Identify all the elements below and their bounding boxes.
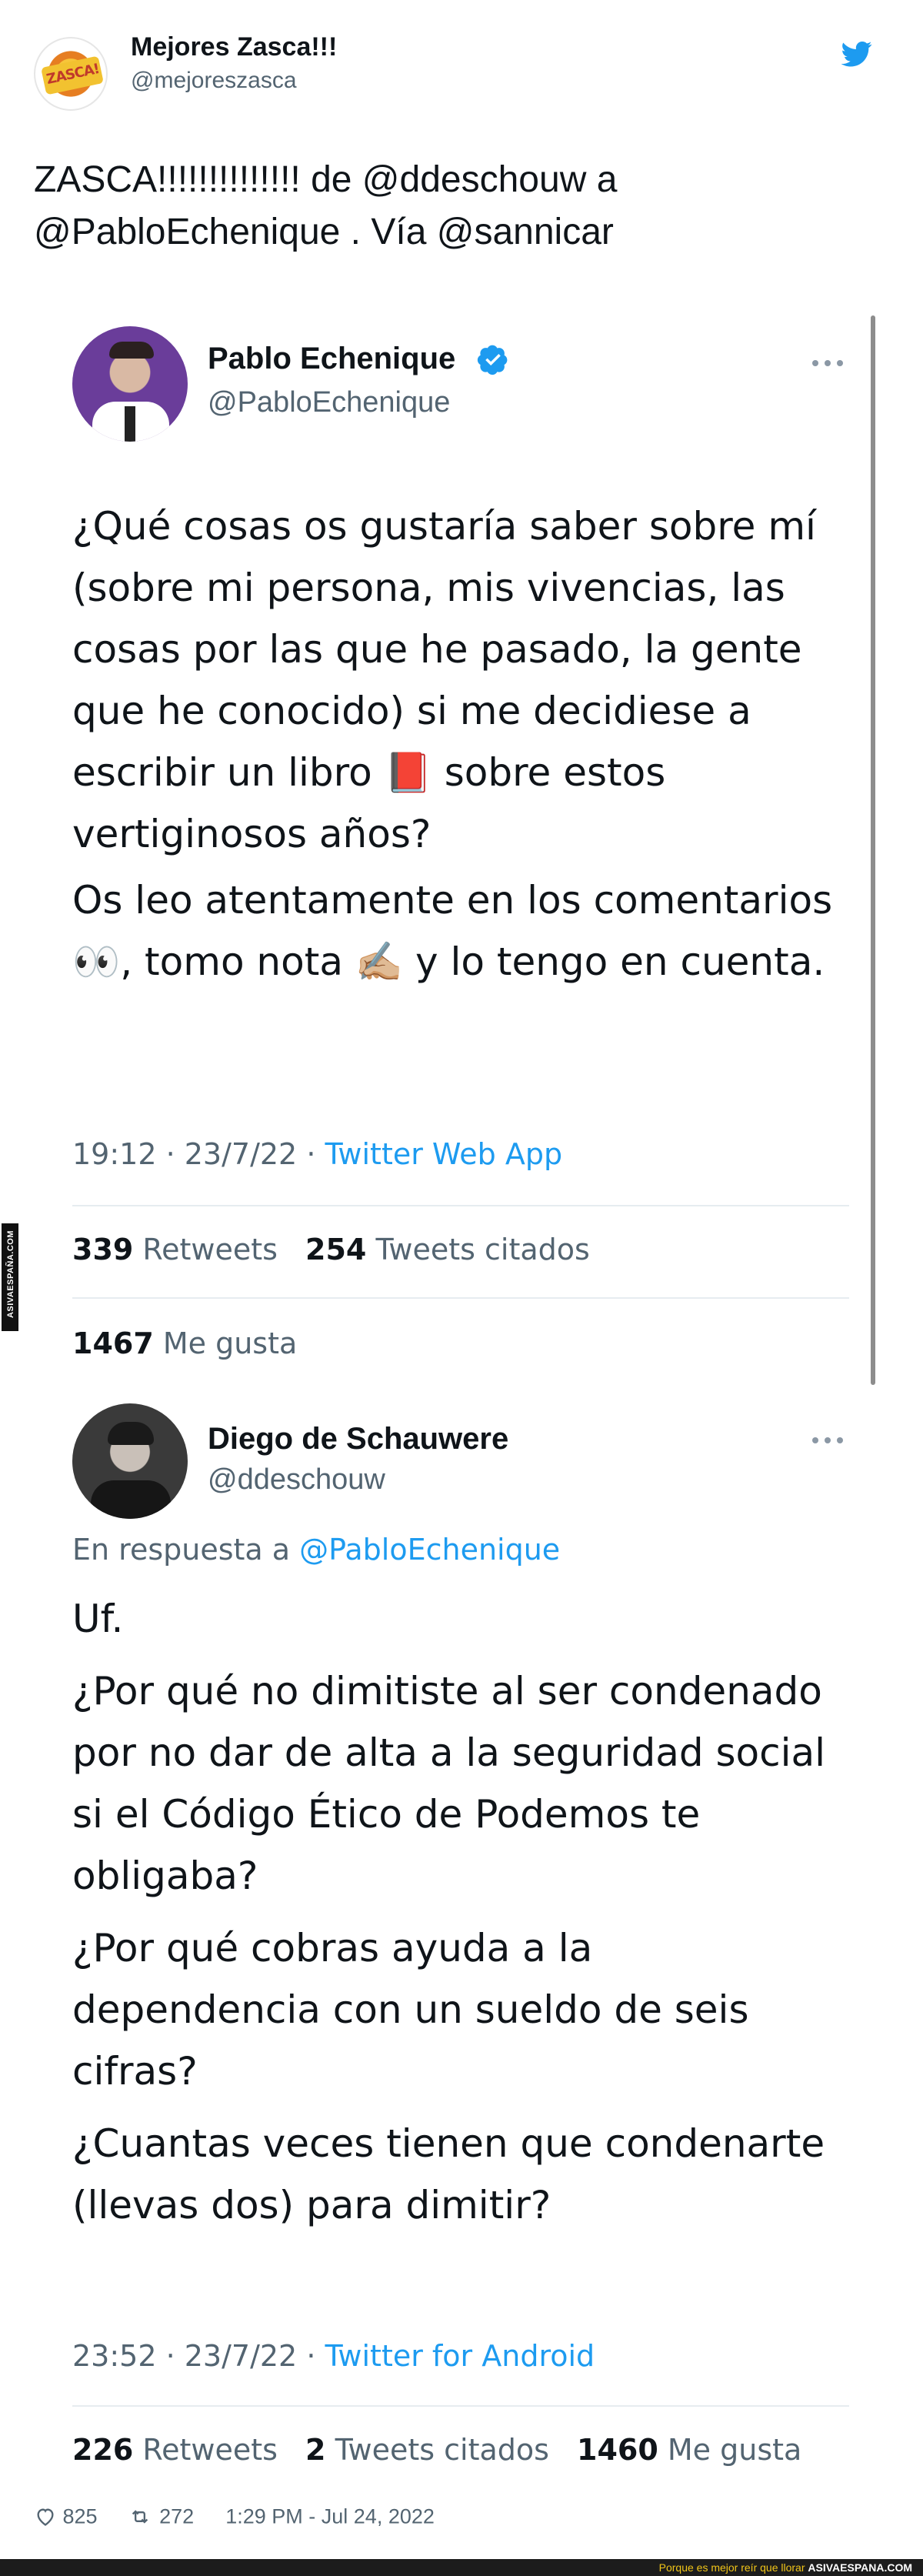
reply-mention-link[interactable]: @PabloEchenique: [299, 1533, 560, 1567]
tweet-paragraph: Os leo atentamente en los comentarios 👀,…: [72, 878, 833, 984]
tweet-paragraph: ¿Por qué cobras ayuda a la dependencia c…: [72, 1926, 749, 2094]
diego-author-handle[interactable]: @ddeschouw: [208, 1463, 385, 1497]
bottom-caption-text: Porque es mejor reír que llorar: [658, 2561, 805, 2574]
bottom-watermark-bar: Porque es mejor reír que llorar ASIVAESP…: [0, 2559, 923, 2576]
divider: [72, 1205, 849, 1206]
outer-tweet-header: ZASCA! Mejores Zasca!!! @mejoreszasca: [34, 29, 889, 114]
pablo-author-handle[interactable]: @PabloEchenique: [208, 386, 450, 419]
quote-count[interactable]: 254: [305, 1233, 366, 1266]
reply-context: En respuesta a @PabloEchenique: [72, 1533, 560, 1567]
pablo-tweet-meta: 19:12 · 23/7/22 · Twitter Web App: [72, 1137, 562, 1171]
outer-tweet-footer: 825 272 1:29 PM - Jul 24, 2022: [34, 2504, 435, 2528]
like-label[interactable]: Me gusta: [668, 2433, 801, 2467]
outer-author-avatar[interactable]: ZASCA!: [34, 37, 108, 111]
tweet-paragraph: ¿Qué cosas os gustaría saber sobre mí (s…: [72, 504, 816, 856]
quote-count[interactable]: 2: [305, 2433, 325, 2467]
retweet-count[interactable]: 272: [159, 2504, 194, 2528]
like-label[interactable]: Me gusta: [163, 1326, 297, 1360]
divider: [72, 2405, 849, 2407]
pablo-avatar[interactable]: [72, 326, 188, 442]
like-count[interactable]: 1467: [72, 1326, 154, 1360]
tweet-source-app[interactable]: Twitter Web App: [325, 1137, 562, 1171]
side-watermark: ASIVAESPAÑA.COM: [2, 1223, 18, 1331]
retweet-icon[interactable]: [126, 2506, 154, 2528]
tweet-paragraph: ¿Cuantas veces tienen que condenarte (ll…: [72, 2121, 825, 2227]
tweet-timestamp[interactable]: 19:12 · 23/7/22 ·: [72, 1137, 325, 1171]
outer-author-handle[interactable]: @mejoreszasca: [131, 68, 297, 94]
bottom-site-text[interactable]: ASIVAESPANA.COM: [808, 2561, 912, 2574]
like-count[interactable]: 1460: [577, 2433, 658, 2467]
quote-label[interactable]: Tweets citados: [375, 1233, 589, 1266]
outer-author-name[interactable]: Mejores Zasca!!!: [131, 32, 337, 62]
tweet-source-app[interactable]: Twitter for Android: [325, 2339, 595, 2373]
quote-label[interactable]: Tweets citados: [335, 2433, 549, 2467]
reply-prefix: En respuesta a: [72, 1533, 300, 1567]
scrollbar[interactable]: [871, 315, 875, 1385]
verified-badge-icon: [477, 345, 508, 375]
divider: [72, 1297, 849, 1299]
diego-tweet-meta: 23:52 · 23/7/22 · Twitter for Android: [72, 2339, 595, 2373]
retweet-label[interactable]: Retweets: [142, 2433, 278, 2467]
retweet-label[interactable]: Retweets: [142, 1233, 278, 1266]
pablo-tweet-counts: 339 Retweets 254 Tweets citados: [72, 1233, 590, 1266]
diego-tweet-body: Uf. ¿Por qué no dimitiste al ser condena…: [72, 1588, 841, 2236]
more-options-icon[interactable]: [812, 1436, 846, 1445]
twitter-bird-icon[interactable]: [840, 38, 874, 69]
outer-tweet-text: ZASCA!!!!!!!!!!!!!! de @ddeschouw a @Pab…: [34, 159, 618, 252]
pablo-tweet-body: ¿Qué cosas os gustaría saber sobre mí (s…: [72, 496, 841, 993]
more-options-icon[interactable]: [812, 359, 846, 368]
tweet-paragraph: ¿Por qué no dimitiste al ser condenado p…: [72, 1669, 826, 1898]
heart-icon[interactable]: [34, 2506, 57, 2528]
retweet-count[interactable]: 339: [72, 1233, 133, 1266]
side-watermark-text: ASIVAESPAÑA.COM: [6, 1230, 15, 1319]
pablo-author-name[interactable]: Pablo Echenique: [208, 342, 455, 376]
retweet-count[interactable]: 226: [72, 2433, 133, 2467]
bottom-watermark-caption: Porque es mejor reír que llorar ASIVAESP…: [659, 2561, 912, 2574]
diego-tweet-counts: 226 Retweets 2 Tweets citados 1460 Me gu…: [72, 2433, 801, 2467]
tweet-timestamp[interactable]: 1:29 PM - Jul 24, 2022: [225, 2504, 435, 2528]
tweet-timestamp[interactable]: 23:52 · 23/7/22 ·: [72, 2339, 325, 2373]
diego-avatar[interactable]: [72, 1403, 188, 1519]
like-count[interactable]: 825: [63, 2504, 98, 2528]
tweet-paragraph: Uf.: [72, 1597, 124, 1641]
pablo-tweet-likes: 1467 Me gusta: [72, 1326, 297, 1360]
diego-author-name[interactable]: Diego de Schauwere: [208, 1422, 508, 1457]
